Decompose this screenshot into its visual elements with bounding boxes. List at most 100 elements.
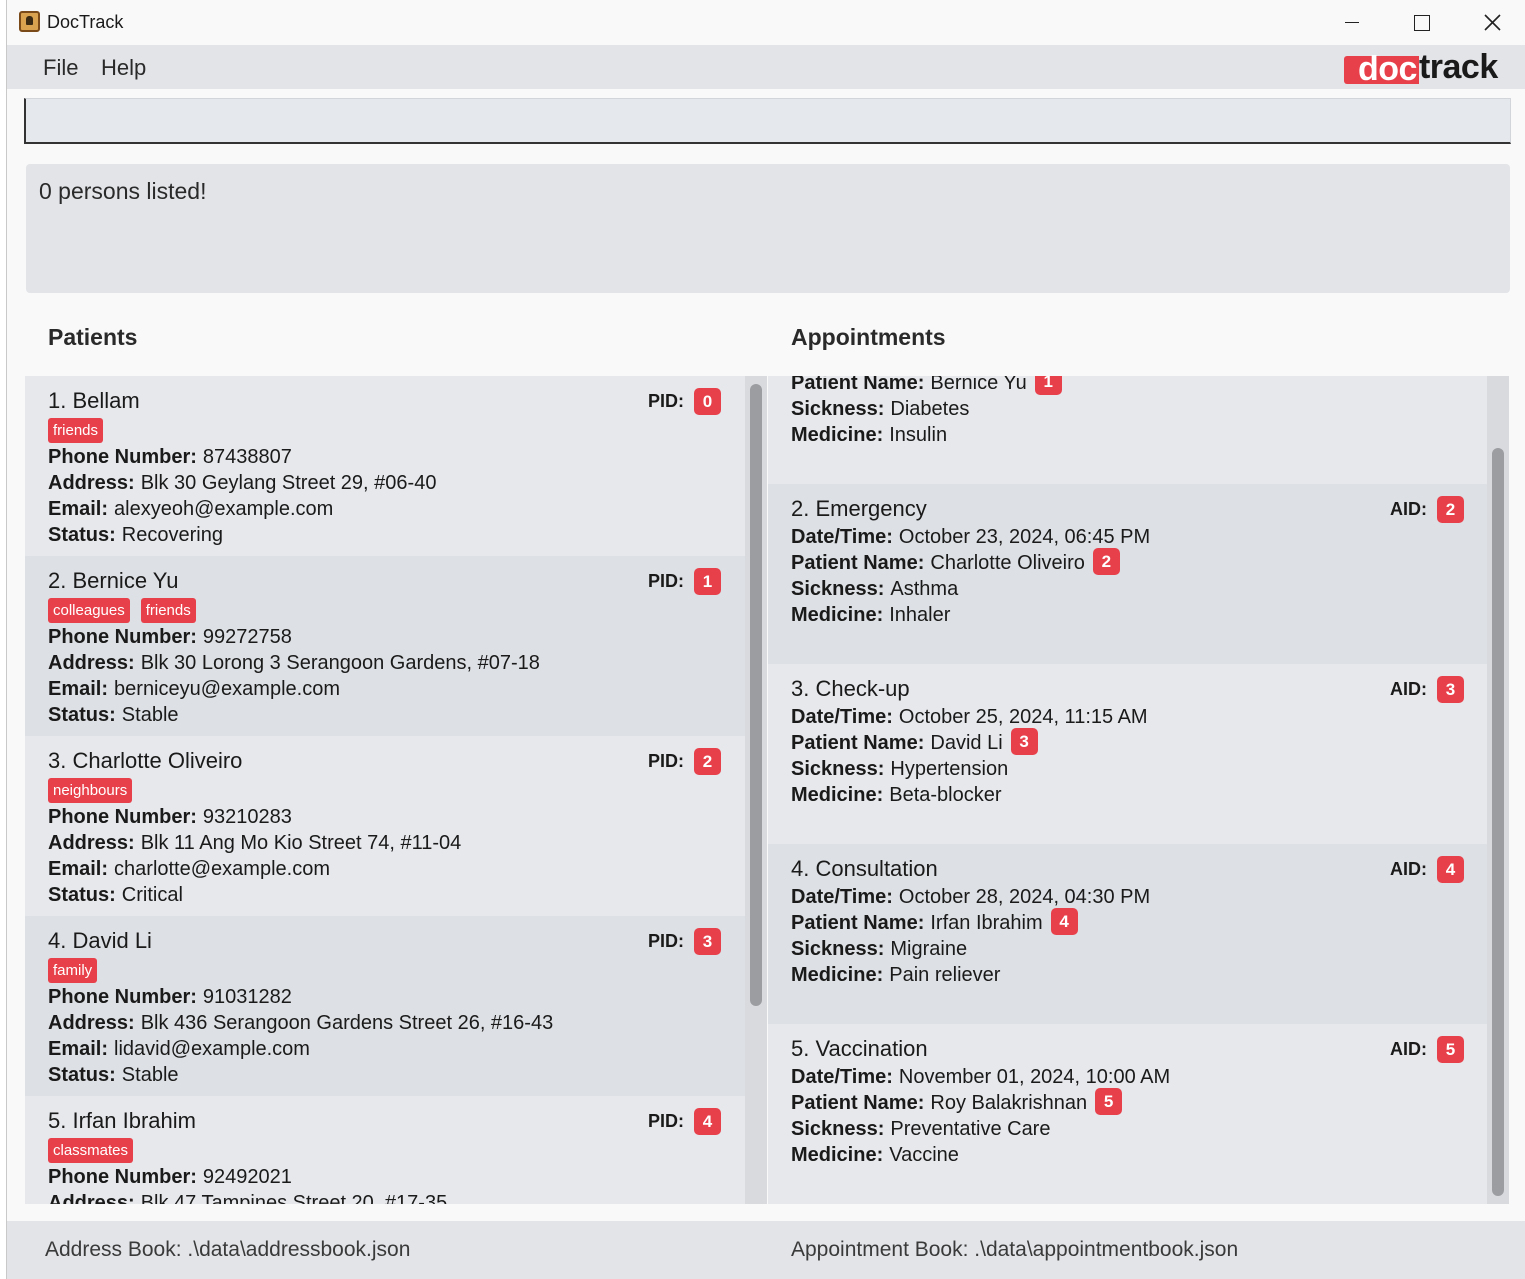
status-bar: Address Book: .\data\addressbook.json Ap…	[7, 1221, 1525, 1279]
patient-name-field: Patient Name: Irfan Ibrahim 4	[791, 908, 1465, 936]
email-field-value: charlotte@example.com	[114, 858, 330, 880]
sickness-field-label: Sickness:	[791, 578, 885, 600]
patient-name: 5. Irfan Ibrahim	[48, 1108, 196, 1133]
patient-id-badge: 1	[1034, 376, 1062, 396]
appointment-type: 2. Emergency	[791, 496, 927, 521]
address-book-path: Address Book: .\data\addressbook.json	[45, 1238, 411, 1261]
patient-id-badge: 3	[1010, 728, 1038, 756]
datetime-field-value: November 01, 2024, 10:00 AM	[898, 1066, 1171, 1088]
patient-card[interactable]: 3. Charlotte Oliveiro PID: 2 neighbours Phon…	[25, 736, 745, 916]
patients-list[interactable]: 1. Bellam PID: 0 friends Phone Number: 874388…	[25, 376, 745, 1204]
sickness-field-value: Hypertension	[890, 758, 1009, 780]
address-field-value: Blk 30 Geylang Street 29, #06-40	[140, 472, 437, 494]
patient-card[interactable]: 5. Irfan Ibrahim PID: 4 classmates Phone Num…	[25, 1096, 745, 1204]
tag-list: colleagues friends	[48, 598, 722, 624]
status-field: Status: Recovering	[48, 522, 722, 548]
patient-card[interactable]: 4. David Li PID: 3 family Phone Number: 91031…	[25, 916, 745, 1096]
email-field-label: Email:	[48, 1038, 109, 1060]
appointment-card[interactable]: 2. Emergency AID: 2 Date/Time: October 23, 2…	[768, 484, 1488, 664]
appointment-card[interactable]: 1. Follow-upAID:1Date/Time:October 22, 2…	[768, 376, 1488, 484]
appointments-scroll-thumb[interactable]	[1492, 448, 1504, 1196]
patient-name-field-value: David Li	[930, 732, 1003, 754]
maximize-button[interactable]	[1387, 0, 1457, 45]
sickness-field-value: Migraine	[890, 938, 968, 960]
aid-badge: AID: 4	[1390, 856, 1464, 883]
address-field-value: Blk 11 Ang Mo Kio Street 74, #11-04	[140, 832, 462, 854]
medicine-field: Medicine: Beta-blocker	[791, 782, 1465, 808]
close-button[interactable]	[1457, 0, 1525, 45]
doctrack-window: DocTrack File Help doc track 0 persons li…	[6, 0, 1525, 1279]
minimize-button[interactable]	[1317, 0, 1387, 45]
aid-value: 5	[1437, 1036, 1464, 1063]
sickness-field-label: Sickness:	[791, 938, 885, 960]
patient-id-badge: 5	[1095, 1088, 1123, 1116]
menu-file[interactable]: File	[43, 55, 78, 81]
status-field-value: Critical	[121, 884, 183, 906]
appointments-list[interactable]: 1. Follow-upAID:1Date/Time:October 22, 2…	[768, 376, 1488, 1204]
tag: neighbours	[48, 778, 133, 803]
result-display: 0 persons listed!	[26, 164, 1510, 293]
address-field-value: Blk 30 Lorong 3 Serangoon Gardens, #07-1…	[140, 652, 540, 674]
result-text: 0 persons listed!	[39, 178, 207, 204]
patient-card[interactable]: 2. Bernice Yu PID: 1 colleagues friends Phone…	[25, 556, 745, 736]
patient-card[interactable]: 1. Bellam PID: 0 friends Phone Number: 874388…	[25, 376, 745, 556]
medicine-field: Medicine: Vaccine	[791, 1142, 1465, 1168]
aid-badge: AID: 2	[1390, 496, 1464, 523]
patient-name-field-label: Patient Name:	[791, 732, 925, 754]
appointment-card[interactable]: 5. Vaccination AID: 5 Date/Time: November 01…	[768, 1024, 1488, 1204]
sickness-field-value: Asthma	[890, 578, 959, 600]
appointment-type: 4. Consultation	[791, 856, 938, 881]
status-field-label: Status:	[48, 524, 116, 546]
status-field: Status: Stable	[48, 1062, 722, 1088]
pid-label: PID:	[648, 571, 684, 591]
command-box	[24, 98, 1511, 144]
phone-field: Phone Number: 92492021	[48, 1164, 722, 1190]
appointment-card[interactable]: 3. Check-up AID: 3 Date/Time: October 25, 20…	[768, 664, 1488, 844]
medicine-field-value: Insulin	[889, 424, 948, 446]
phone-field: Phone Number: 99272758	[48, 624, 722, 650]
tag: classmates	[48, 1138, 134, 1163]
address-field: Address: Blk 436 Serangoon Gardens Street…	[48, 1010, 722, 1036]
patients-heading: Patients	[48, 324, 138, 350]
tag-list: friends	[48, 418, 722, 444]
patient-name: 2. Bernice Yu	[48, 568, 179, 593]
appointments-scrollbar[interactable]	[1487, 376, 1509, 1204]
patient-name-field-label: Patient Name:	[791, 1092, 925, 1114]
medicine-field-value: Pain reliever	[889, 964, 1001, 986]
menu-bar: File Help doc track	[7, 45, 1525, 89]
menu-help[interactable]: Help	[101, 55, 146, 81]
medicine-field-label: Medicine:	[791, 424, 884, 446]
pid-badge: PID: 2	[648, 748, 721, 775]
aid-label: AID:	[1390, 859, 1427, 879]
aid-label: AID:	[1390, 1039, 1427, 1059]
pid-label: PID:	[648, 751, 684, 771]
patients-scrollbar[interactable]	[745, 376, 767, 1204]
app-icon	[19, 11, 40, 32]
aid-value: 3	[1437, 676, 1464, 703]
phone-field-label: Phone Number:	[48, 806, 197, 828]
tag-list: neighbours	[48, 778, 722, 804]
tag: colleagues	[48, 598, 130, 623]
pid-value: 1	[694, 568, 721, 595]
command-input[interactable]	[26, 99, 1510, 142]
patient-name-field-label: Patient Name:	[791, 912, 925, 934]
patient-name: 3. Charlotte Oliveiro	[48, 748, 243, 773]
datetime-field: Date/Time: October 23, 2024, 06:45 PM	[791, 524, 1465, 550]
datetime-field-label: Date/Time:	[791, 1066, 893, 1088]
medicine-field-value: Beta-blocker	[889, 784, 1002, 806]
medicine-field-label: Medicine:	[791, 604, 884, 626]
close-icon	[1483, 14, 1501, 31]
address-field: Address: Blk 11 Ang Mo Kio Street 74, #11…	[48, 830, 722, 856]
phone-field-value: 87438807	[202, 446, 292, 468]
status-field-label: Status:	[48, 1064, 116, 1086]
status-field-label: Status:	[48, 704, 116, 726]
patients-scroll-thumb[interactable]	[750, 384, 762, 1006]
email-field-value: berniceyu@example.com	[114, 678, 340, 700]
patient-name-field-value: Irfan Ibrahim	[930, 912, 1043, 934]
address-field-label: Address:	[48, 472, 135, 494]
datetime-field-value: October 23, 2024, 06:45 PM	[898, 526, 1151, 548]
appointment-card[interactable]: 4. Consultation AID: 4 Date/Time: October 28…	[768, 844, 1488, 1024]
patient-name: 4. David Li	[48, 928, 152, 953]
datetime-field: Date/Time: November 01, 2024, 10:00 AM	[791, 1064, 1465, 1090]
aid-value: 2	[1437, 496, 1464, 523]
